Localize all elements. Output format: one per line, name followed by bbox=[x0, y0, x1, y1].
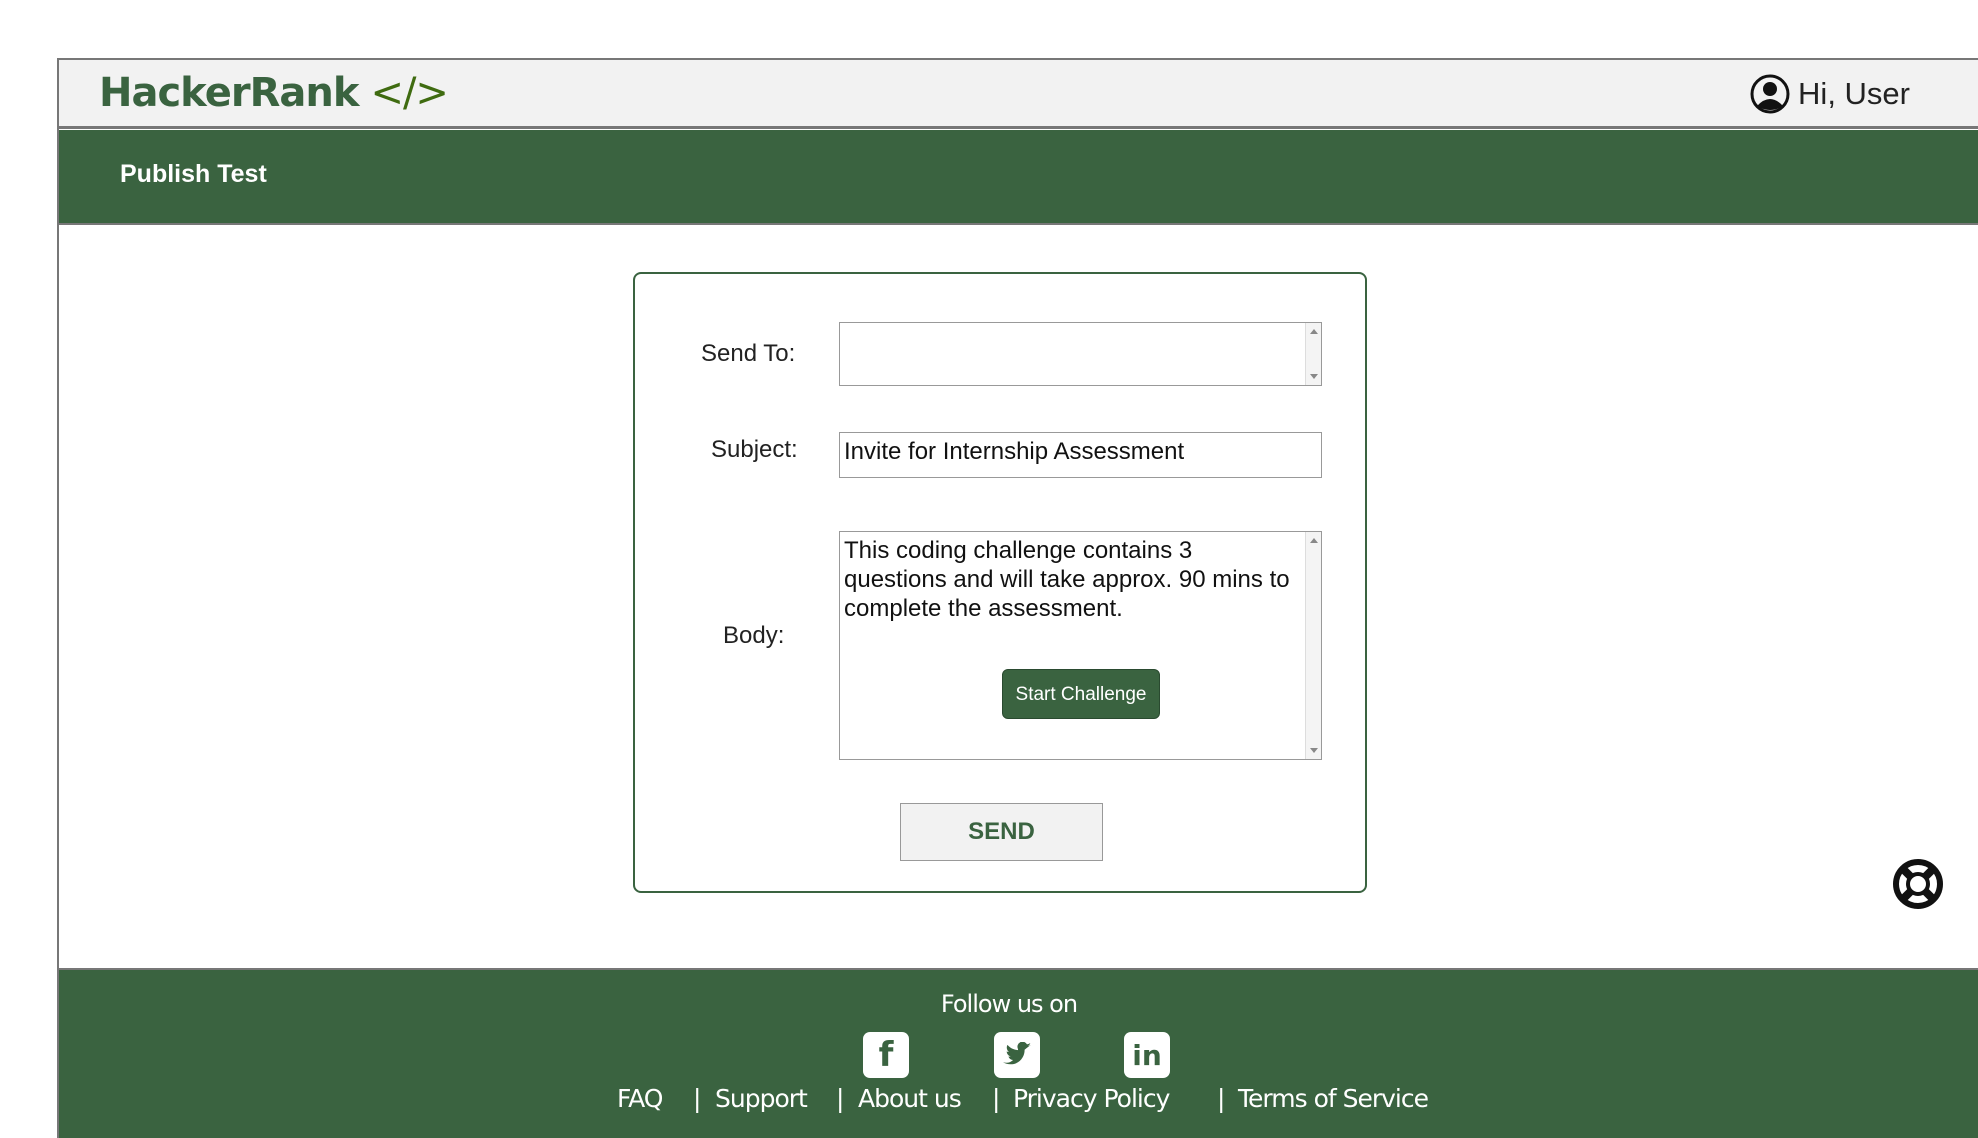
footer: Follow us on f in FAQ | Support | About … bbox=[59, 968, 1978, 1138]
greeting: Hi, User bbox=[1798, 76, 1910, 111]
body-text: This coding challenge contains 3 questio… bbox=[844, 537, 1290, 622]
page-title: Publish Test bbox=[120, 160, 267, 188]
about-us-link[interactable]: About us bbox=[858, 1084, 962, 1113]
twitter-icon[interactable] bbox=[994, 1032, 1040, 1078]
separator: | bbox=[1217, 1084, 1226, 1113]
scrollbar[interactable] bbox=[1305, 323, 1321, 385]
terms-of-service-link[interactable]: Terms of Service bbox=[1238, 1084, 1429, 1113]
user-avatar-icon bbox=[1750, 74, 1790, 114]
user-menu[interactable]: Hi, User bbox=[1750, 74, 1910, 114]
start-challenge-button[interactable]: Start Challenge bbox=[1002, 669, 1160, 719]
linkedin-icon[interactable]: in bbox=[1124, 1032, 1170, 1078]
follow-us-label: Follow us on bbox=[940, 990, 1078, 1018]
privacy-policy-link[interactable]: Privacy Policy bbox=[1013, 1084, 1170, 1113]
send-to-label: Send To: bbox=[701, 340, 796, 367]
code-icon: </> bbox=[370, 70, 449, 116]
body-textarea[interactable]: This coding challenge contains 3 questio… bbox=[839, 531, 1322, 760]
subject-label: Subject: bbox=[711, 436, 798, 463]
separator: | bbox=[836, 1084, 845, 1113]
scrollbar[interactable] bbox=[1305, 532, 1321, 759]
facebook-icon[interactable]: f bbox=[863, 1032, 909, 1078]
separator: | bbox=[992, 1084, 1001, 1113]
separator: | bbox=[693, 1084, 702, 1113]
support-link[interactable]: Support bbox=[715, 1084, 808, 1113]
help-lifebuoy-icon[interactable] bbox=[1892, 858, 1944, 910]
faq-link[interactable]: FAQ bbox=[617, 1084, 663, 1113]
send-button[interactable]: SEND bbox=[900, 803, 1103, 861]
body-label: Body: bbox=[723, 622, 785, 649]
publish-form: Send To: Subject: Invite for Internship … bbox=[633, 272, 1367, 893]
logo-text: HackerRank bbox=[99, 70, 359, 116]
subject-input[interactable]: Invite for Internship Assessment bbox=[839, 432, 1322, 478]
logo[interactable]: HackerRank </> bbox=[99, 70, 449, 116]
header: HackerRank </> Hi, User bbox=[59, 60, 1978, 129]
title-bar: Publish Test bbox=[59, 130, 1978, 225]
send-to-input[interactable] bbox=[839, 322, 1322, 386]
